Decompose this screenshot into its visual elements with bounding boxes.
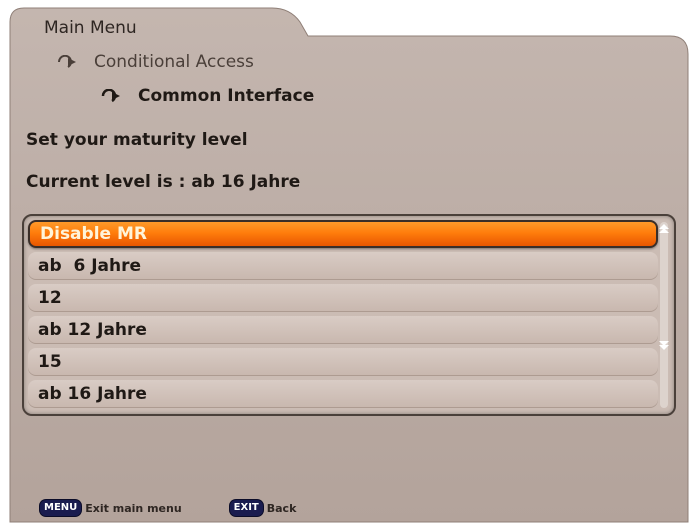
- scroll-up-icon[interactable]: [659, 224, 669, 234]
- list-item-disable-mr[interactable]: Disable MR: [28, 220, 658, 248]
- exit-key-label: Back: [266, 501, 297, 515]
- list-item-ab-16-jahre[interactable]: ab 16 Jahre: [28, 380, 658, 408]
- breadcrumb-conditional-access-label: Conditional Access: [94, 52, 254, 72]
- footer-exit-hint[interactable]: EXIT Back: [229, 500, 297, 516]
- list-item-15[interactable]: 15: [28, 348, 658, 376]
- list-item-ab-6-jahre[interactable]: ab 6 Jahre: [28, 252, 658, 280]
- footer-menu-hint[interactable]: MENU Exit main menu: [40, 500, 182, 516]
- breadcrumb-main-menu: Main Menu: [44, 18, 137, 38]
- maturity-level-options: Disable MR ab 6 Jahre 12 ab 12 Jahre 15 …: [28, 220, 658, 412]
- breadcrumb-common-interface-label: Common Interface: [138, 86, 315, 106]
- breadcrumb-conditional-access: Conditional Access: [56, 52, 254, 72]
- scroll-down-icon[interactable]: [659, 340, 669, 350]
- list-item-ab-12-jahre[interactable]: ab 12 Jahre: [28, 316, 658, 344]
- breadcrumb-common-interface: Common Interface: [100, 86, 314, 106]
- menu-key-badge: MENU: [40, 500, 82, 516]
- menu-key-label: Exit main menu: [85, 501, 182, 515]
- exit-key-badge: EXIT: [229, 500, 263, 516]
- arrow-right-icon: [101, 89, 120, 103]
- list-item-12[interactable]: 12: [28, 284, 658, 312]
- arrow-right-icon: [57, 55, 76, 68]
- maturity-level-list[interactable]: Disable MR ab 6 Jahre 12 ab 12 Jahre 15 …: [22, 214, 676, 416]
- current-level-text: Current level is : ab 16 Jahre: [26, 172, 301, 192]
- list-scrollbar[interactable]: [660, 222, 668, 408]
- footer-hints: MENU Exit main menu EXIT Back: [40, 500, 296, 516]
- maturity-prompt: Set your maturity level: [26, 130, 248, 150]
